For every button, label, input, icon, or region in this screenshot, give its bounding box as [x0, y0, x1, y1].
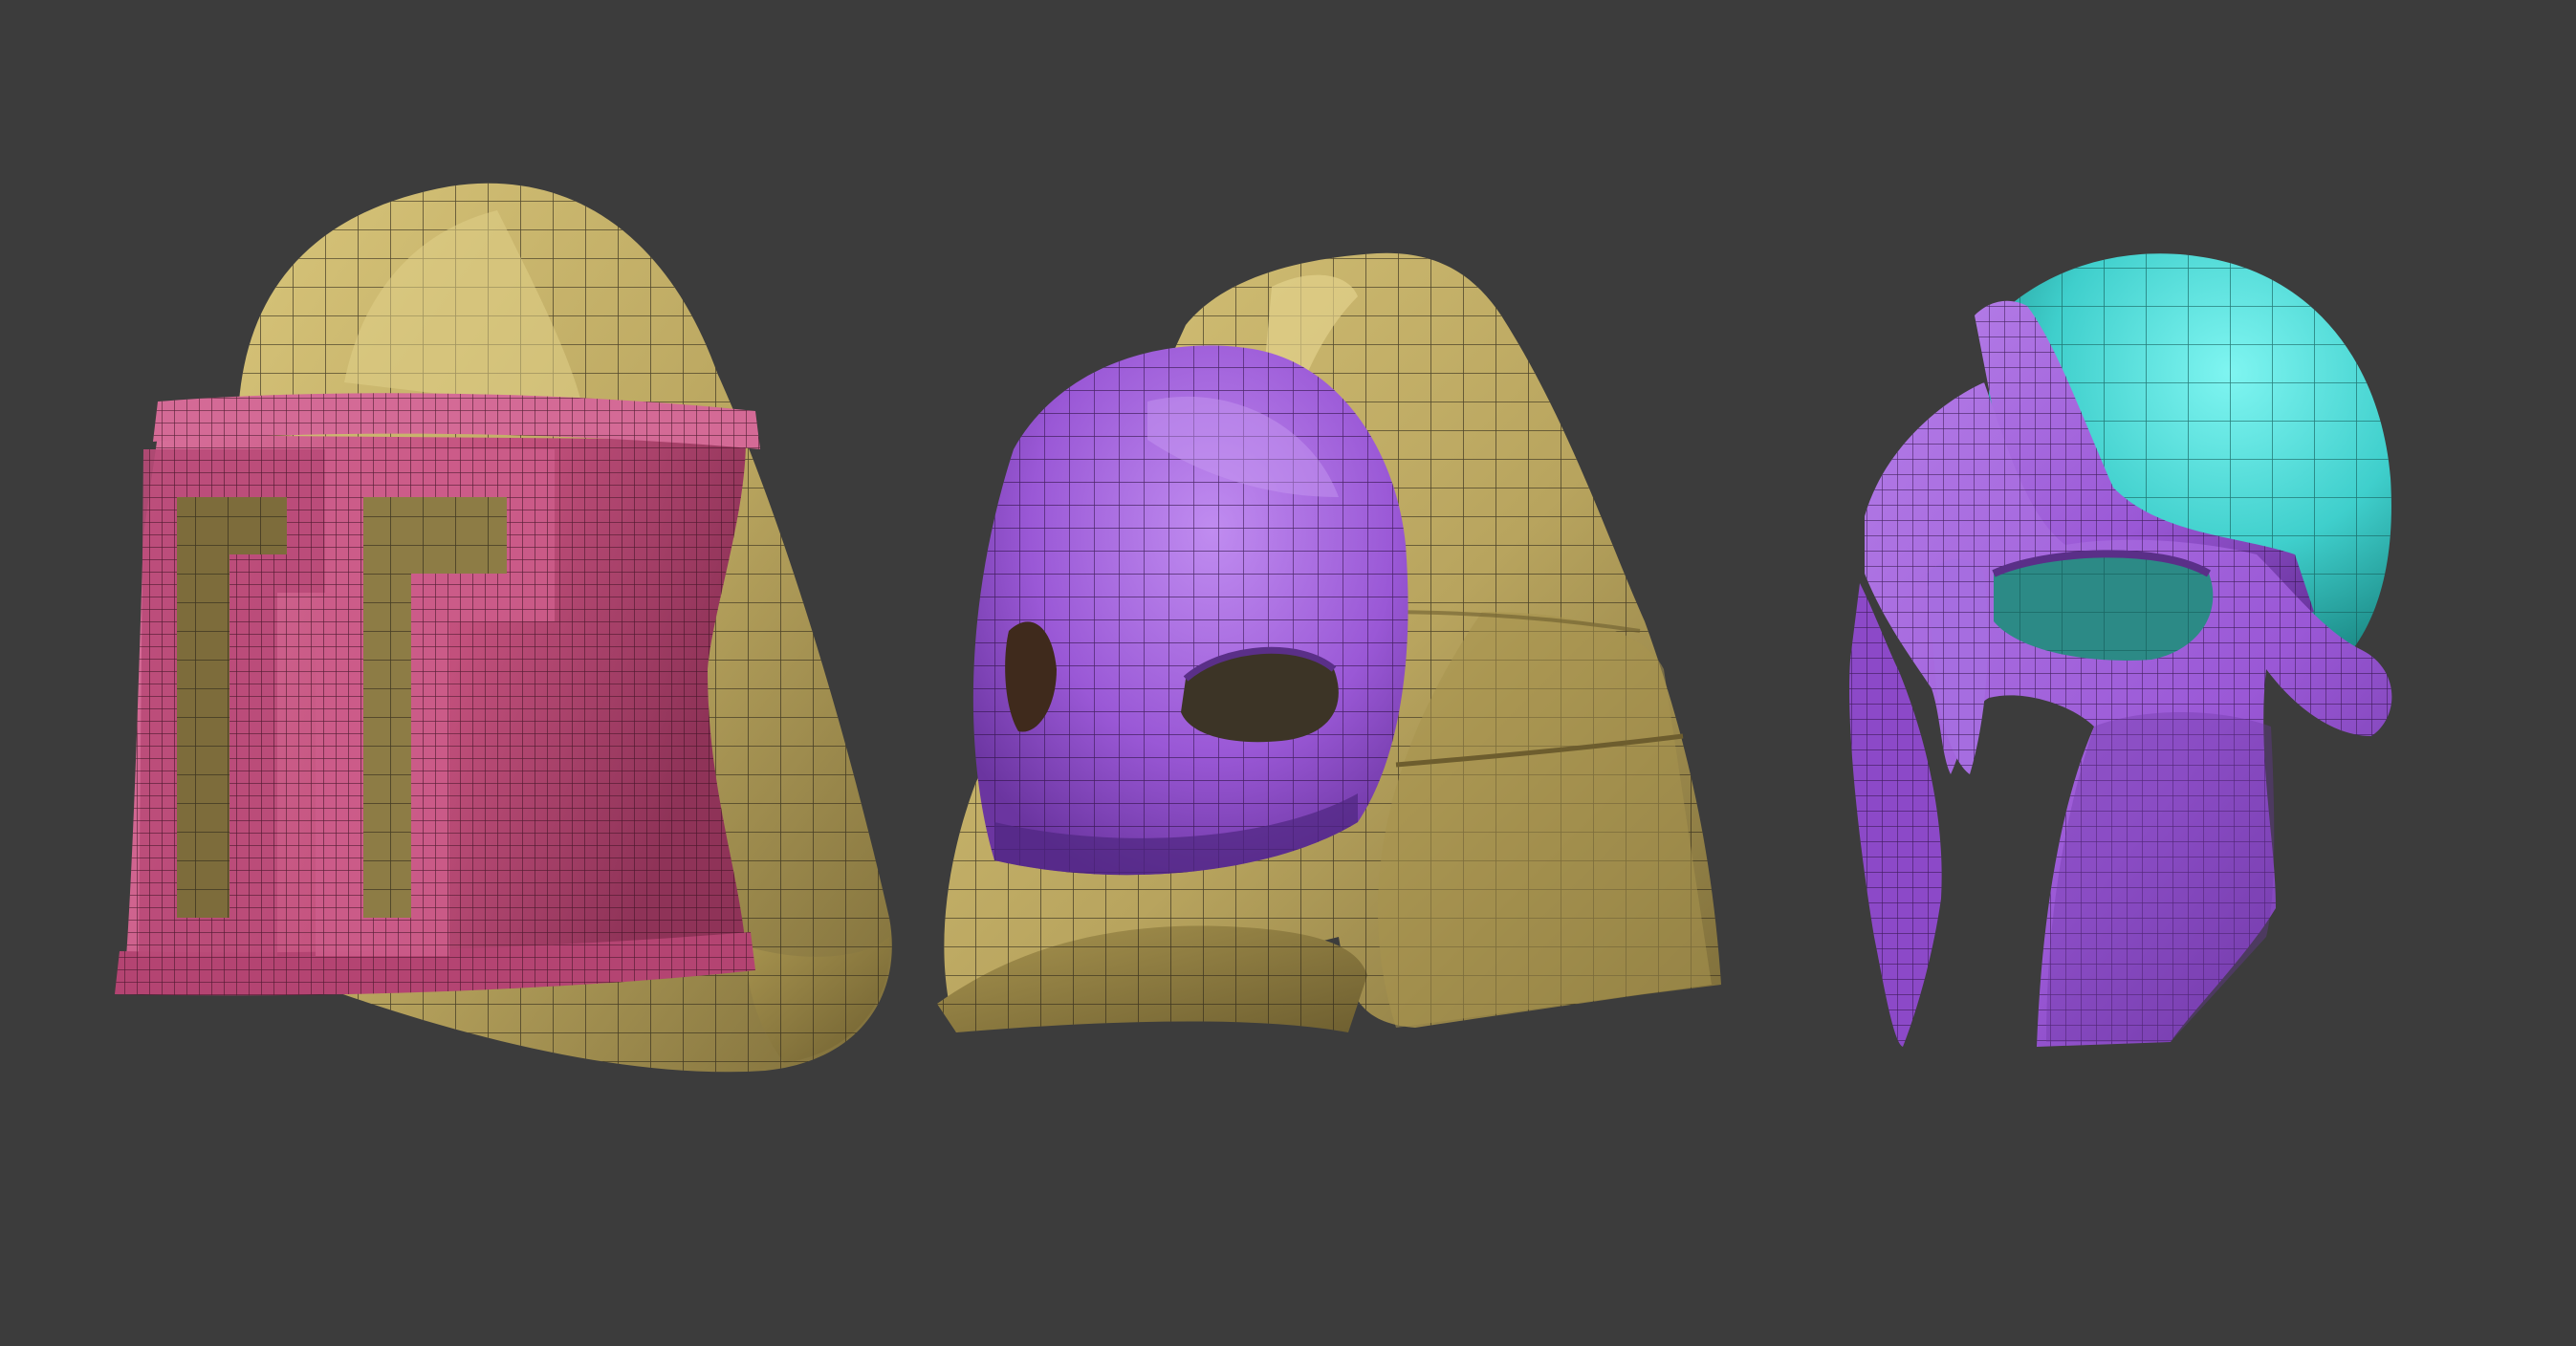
helmet-render — [115, 183, 2392, 1073]
helmet-boxy-hood — [115, 183, 892, 1073]
helmet-mask-hood — [937, 252, 1721, 1032]
viewport-3d — [0, 0, 2576, 1346]
helmet-corinthian — [1849, 253, 2392, 1047]
